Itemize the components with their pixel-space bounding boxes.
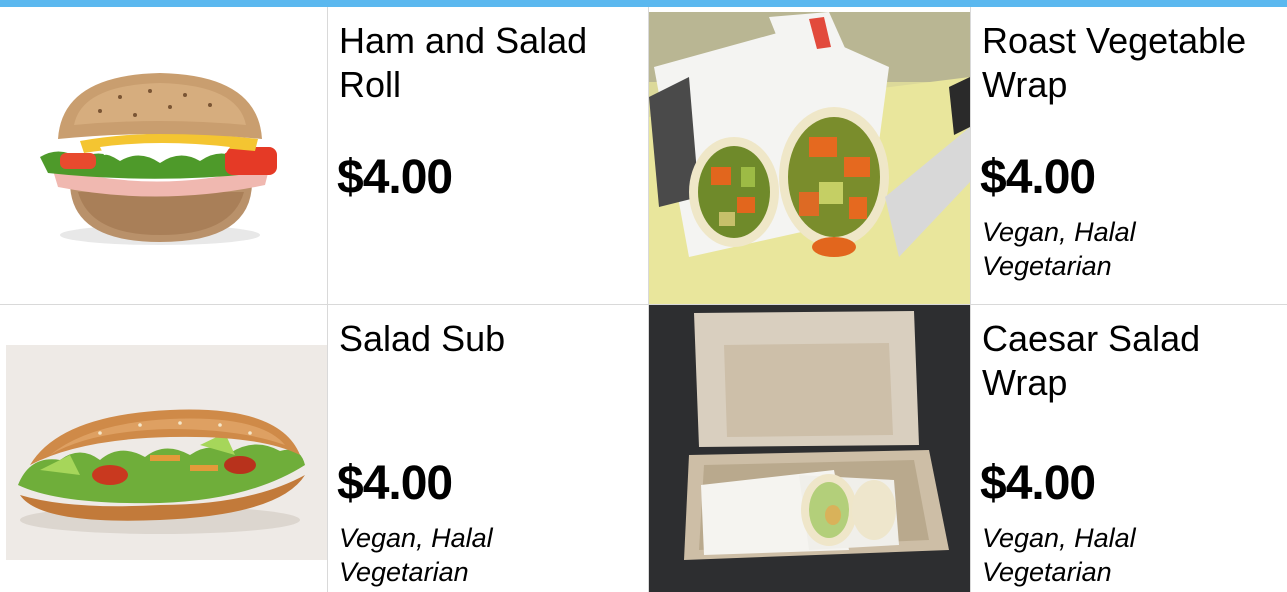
menu-item-image[interactable] <box>649 305 970 592</box>
menu-item-price: $4.00 <box>980 457 1096 510</box>
menu-item-name: Salad Sub <box>339 318 506 359</box>
menu-item-price: $4.00 <box>337 151 453 204</box>
accent-top-bar <box>0 0 1287 7</box>
menu-item-details[interactable]: Caesar Salad Wrap $4.00 Vegan, Halal Veg… <box>971 305 1287 592</box>
menu-item-name: Caesar Salad Wrap <box>982 318 1201 403</box>
menu-item-dietary-tags: Vegan, Halal Vegetarian <box>982 217 1136 281</box>
menu-item-price: $4.00 <box>980 151 1096 204</box>
boxed-wrap-icon <box>649 305 970 592</box>
menu-item-dietary-tags: Vegan, Halal Vegetarian <box>982 523 1136 587</box>
sandwich-roll-icon <box>6 7 327 264</box>
menu-item-details[interactable]: Ham and Salad Roll $4.00 <box>328 7 648 304</box>
salad-sub-icon <box>6 345 327 560</box>
menu-item-image[interactable] <box>649 7 970 304</box>
menu-item-details[interactable]: Salad Sub $4.00 Vegan, Halal Vegetarian <box>328 305 648 592</box>
menu-item-details[interactable]: Roast Vegetable Wrap $4.00 Vegan, Halal … <box>971 7 1287 304</box>
menu-item-image[interactable] <box>0 305 327 592</box>
menu-grid: Ham and Salad Roll $4.00 Roast Vegetable… <box>0 7 1287 592</box>
menu-item-name: Roast Vegetable Wrap <box>982 20 1247 105</box>
menu-item-image[interactable] <box>0 7 327 304</box>
menu-item-dietary-tags: Vegan, Halal Vegetarian <box>339 523 493 587</box>
vegetable-wrap-icon <box>649 12 970 304</box>
menu-item-name: Ham and Salad Roll <box>339 20 588 105</box>
menu-item-price: $4.00 <box>337 457 453 510</box>
